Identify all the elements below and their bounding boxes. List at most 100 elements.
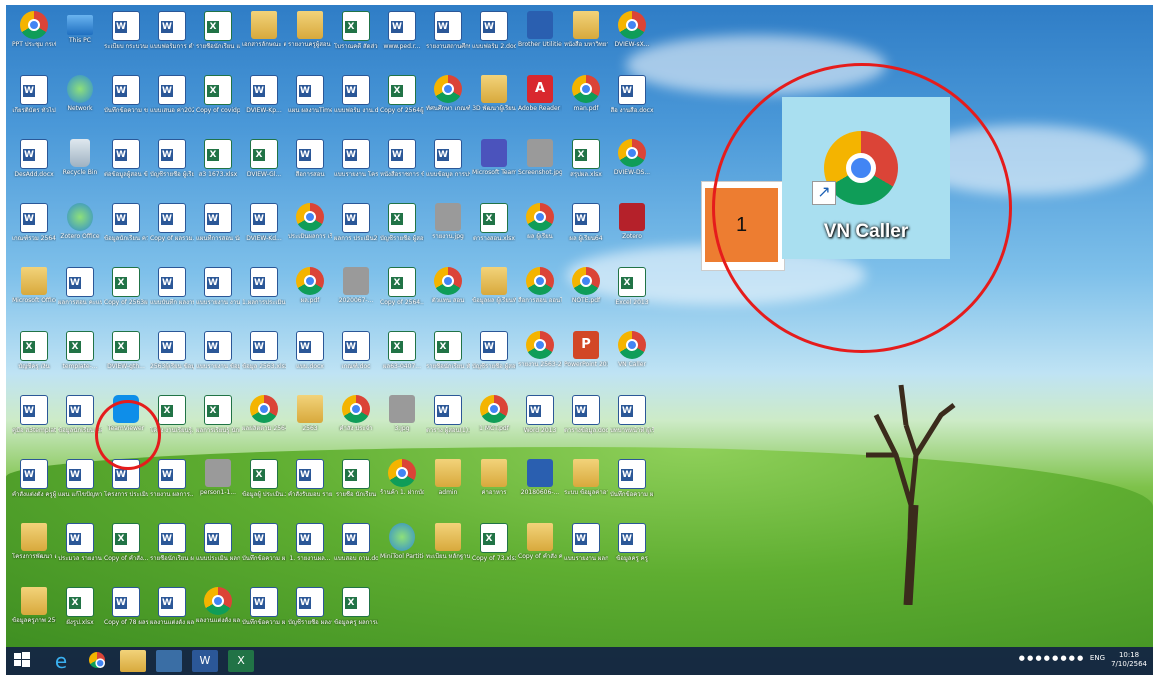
desktop-icon[interactable]: Copy of 73.xlsx xyxy=(472,523,516,581)
desktop-icon[interactable]: แบบรายงาน ผลการเรียน xyxy=(564,523,608,581)
desktop-icon[interactable]: ตารางสอน.xlsx xyxy=(472,203,516,261)
desktop-icon[interactable]: Copy of คำสั่ง... xyxy=(104,523,148,581)
file-explorer-icon[interactable] xyxy=(120,650,146,672)
desktop-icon[interactable]: ผลการเรียนรู้ นักเรียน xyxy=(196,395,240,453)
desktop-icon[interactable]: ผลงานแต่งตั้ง ผลการประเมิน xyxy=(196,587,240,645)
desktop-icon[interactable]: 2563ผู้เรียน ข้อมูลผู้สอน xyxy=(150,331,194,389)
desktop-icon[interactable]: แบบสอบ ถาม.docx xyxy=(334,523,378,581)
desktop-icon[interactable]: บันทึกข้อความ ขอแต่งตั้ง xyxy=(104,75,148,133)
desktop-icon[interactable]: ข้อมูลผู้ ประเมิน.xlsx xyxy=(242,459,286,517)
desktop-icon[interactable]: รายงานสถานศึกษา วิชาวิทยาศาสตร์ xyxy=(426,11,470,69)
desktop-icon[interactable]: VN Caller xyxy=(610,331,654,389)
desktop-icon[interactable]: Excel 2013 xyxy=(610,267,654,325)
desktop-icon[interactable]: สรุปผล.xlsx xyxy=(564,139,608,197)
desktop-icon[interactable]: คำสั่งแต่งตั้ง ครูผู้สอน xyxy=(12,459,56,517)
desktop-icon[interactable]: บัญชีรายชื่อ ผู้เรียน xyxy=(150,139,194,197)
desktop-icon[interactable]: ตารางข้อมูล.docx xyxy=(564,395,608,453)
desktop-icon[interactable]: person1-1... xyxy=(196,459,240,517)
desktop-icon[interactable]: บัญชีรายชื่อ ผลงาน xyxy=(288,587,332,645)
desktop-icon[interactable]: DVIEW-gth... xyxy=(104,331,148,389)
desktop-icon[interactable]: แผน แก้ไขปัญหา 2 ผล63.docx xyxy=(58,459,102,517)
desktop-icon[interactable]: สื่อการสอน ออนไลน์DVI... xyxy=(518,267,562,325)
desktop-icon[interactable]: คำสั่งรับมอบ รายงานผล xyxy=(288,459,332,517)
desktop-icon[interactable]: แบบรายงาน งานวิชาการ xyxy=(196,267,240,325)
desktop-icon[interactable]: ข้อมูลผล ผู้เรียนทั้งหมด xyxy=(472,267,516,325)
desktop-icon[interactable]: Copy of ผลรวม... xyxy=(150,203,194,261)
desktop-icon[interactable]: แบบฟอร์มการ ดำเนินงาน xyxy=(150,11,194,69)
desktop-icon[interactable]: 1 MCT.pdf xyxy=(472,395,516,453)
word-taskbar-icon[interactable]: W xyxy=(192,650,218,672)
desktop-icon[interactable]: รายงาน ผลการ... xyxy=(150,459,194,517)
desktop-icon[interactable]: Zotero Office xyxy=(58,203,102,261)
desktop-icon[interactable]: สื่อ งานสื่อ.docx xyxy=(610,75,654,133)
desktop-icon[interactable]: ส3 1673.xlsx xyxy=(196,139,240,197)
desktop-icon[interactable]: รายชื่อนักเรียน ทั้งหมด xyxy=(426,331,470,389)
desktop-icon[interactable]: ข้อมูลครู ครู xyxy=(610,523,654,581)
desktop-icon[interactable]: NOTE.pdf xyxy=(564,267,608,325)
desktop-icon[interactable]: ตาราง ผู้สอน(1).docx xyxy=(426,395,470,453)
desktop-icon[interactable]: ข้อมูลครูภาพ 2563 xyxy=(12,587,56,645)
desktop-icon[interactable]: Copy of 2564... xyxy=(380,267,424,325)
desktop-icon[interactable]: 20180606-... xyxy=(518,459,562,517)
desktop-icon[interactable]: 3.jpg xyxy=(380,395,424,453)
desktop-icon[interactable]: ผล ผู้เรียน xyxy=(518,203,562,261)
desktop-icon[interactable]: Word 2013 xyxy=(518,395,562,453)
desktop-icon[interactable]: รายงาน 2563-2564 xyxy=(518,331,562,389)
desktop-icon[interactable]: เกณฑ์.doc xyxy=(334,331,378,389)
desktop-icon[interactable]: ข้อมูลครู ผลการเรียน xyxy=(334,587,378,645)
desktop-icon[interactable]: 1.ผลการประเมิน ข้อมูลผู้สอน xyxy=(242,267,286,325)
tray-icons[interactable]: ● ● ● ● ● ● ● ● xyxy=(1019,654,1088,662)
desktop-icon[interactable]: ผลงานแต่งตั้ง ผลงาน xyxy=(150,587,194,645)
desktop-icon[interactable]: ผังรูป.xlsx xyxy=(58,587,102,645)
desktop-icon[interactable]: This PC xyxy=(58,11,102,69)
desktop-icon[interactable]: ผล ผู้เรียน64 xyxy=(564,203,608,261)
desktop-icon[interactable]: 3D พัฒนาผู้เรียน xyxy=(472,75,516,133)
desktop-icon[interactable]: ผล.pdf xyxy=(288,267,332,325)
desktop-icon[interactable]: บทบาทหน้าที่ ผู้เรียนรู้ xyxy=(610,395,654,453)
desktop-icon[interactable]: รายชื่อ นักเรียน xyxy=(334,459,378,517)
desktop-icon[interactable]: เกียรติบัตร ทั่วไป xyxy=(12,75,56,133)
desktop-icon[interactable]: โบราณคดี สัดส่วน63.xlsx xyxy=(334,11,378,69)
desktop-icon[interactable]: เกณฑ์รวม 2564.docx xyxy=(12,203,56,261)
desktop-icon[interactable]: 1. รายงานผล... xyxy=(288,523,332,581)
desktop-icon[interactable]: DVIEW-Kd... xyxy=(242,203,286,261)
desktop-icon[interactable]: ตัวแทน สอน xyxy=(426,267,470,325)
desktop-icon[interactable]: Recycle Bin xyxy=(58,139,102,197)
desktop-icon[interactable]: Network xyxy=(58,75,102,133)
desktop-icon[interactable]: ผล63-0407... xyxy=(380,331,424,389)
desktop-icon[interactable]: แผนที่การสอน นักเรียน xyxy=(196,203,240,261)
desktop-icon[interactable]: www.ped.r... xyxy=(380,11,424,69)
desktop-icon[interactable]: ระบบ ข้อมูลค่าอาหาร xyxy=(564,459,608,517)
desktop-icon[interactable]: man.pdf xyxy=(564,75,608,133)
desktop-icon[interactable]: รายงาน.jpg xyxy=(426,203,470,261)
desktop-icon[interactable]: DVIEW-Kp... xyxy=(242,75,286,133)
desktop-icon[interactable]: ทะเบียน หลักฐาน xyxy=(426,523,470,581)
desktop-icon[interactable]: DesAdd.docx xyxy=(12,139,56,197)
desktop-icon[interactable]: คู่มือ ส3template... xyxy=(12,395,56,453)
start-button[interactable] xyxy=(12,650,36,672)
desktop-icon[interactable]: บัญชีครู เงิน xyxy=(12,331,56,389)
desktop-icon[interactable]: โครงการพัฒนา ครู xyxy=(12,523,56,581)
desktop-icon[interactable]: Copy of 2563ผลรวม... xyxy=(104,267,148,325)
desktop-icon[interactable]: ผลการสอน คะแนน xyxy=(58,267,102,325)
desktop-icon[interactable]: ร้านค้า 1. ฝากบัญชี.pdf xyxy=(380,459,424,517)
desktop-icon[interactable]: Copy of 2564ผู้เรียน... xyxy=(380,75,424,133)
desktop-icon[interactable]: ประเมินผลการ เรียนรู้ xyxy=(288,203,332,261)
desktop-icon[interactable]: template-... xyxy=(58,331,102,389)
desktop-icon[interactable]: Screenshot.jpg xyxy=(518,139,562,197)
desktop-icon[interactable]: ข้อมูล 2563.xlsx xyxy=(242,331,286,389)
desktop-icon[interactable]: รายชื่อนักเรียน ผลการเรียน xyxy=(150,523,194,581)
chrome-taskbar-icon-2[interactable] xyxy=(156,650,182,672)
desktop-icon[interactable]: DVIEW-Gl... xyxy=(242,139,286,197)
desktop-icon[interactable]: admin xyxy=(426,459,470,517)
desktop-icon[interactable]: รายงานครูผู้สอน ชั้น xyxy=(288,11,332,69)
desktop-icon[interactable]: แบบฟอร์ม งาน.doc xyxy=(334,75,378,133)
desktop-icon[interactable]: Microsoft Office 2013 xyxy=(12,267,56,325)
desktop-icon[interactable]: บันทึกข้อความ ผลการ... xyxy=(242,523,286,581)
desktop-icon[interactable]: ค่าอาหาร xyxy=(472,459,516,517)
desktop-icon[interactable]: สื่อการสอน xyxy=(288,139,332,197)
desktop-icon[interactable]: ข้อมูลนักเรียน ความพร้อม xyxy=(104,203,148,261)
internet-explorer-icon[interactable]: e xyxy=(48,650,74,672)
desktop-icon[interactable]: Zotero xyxy=(610,203,654,261)
desktop-icon[interactable]: 2563 xyxy=(288,395,332,453)
